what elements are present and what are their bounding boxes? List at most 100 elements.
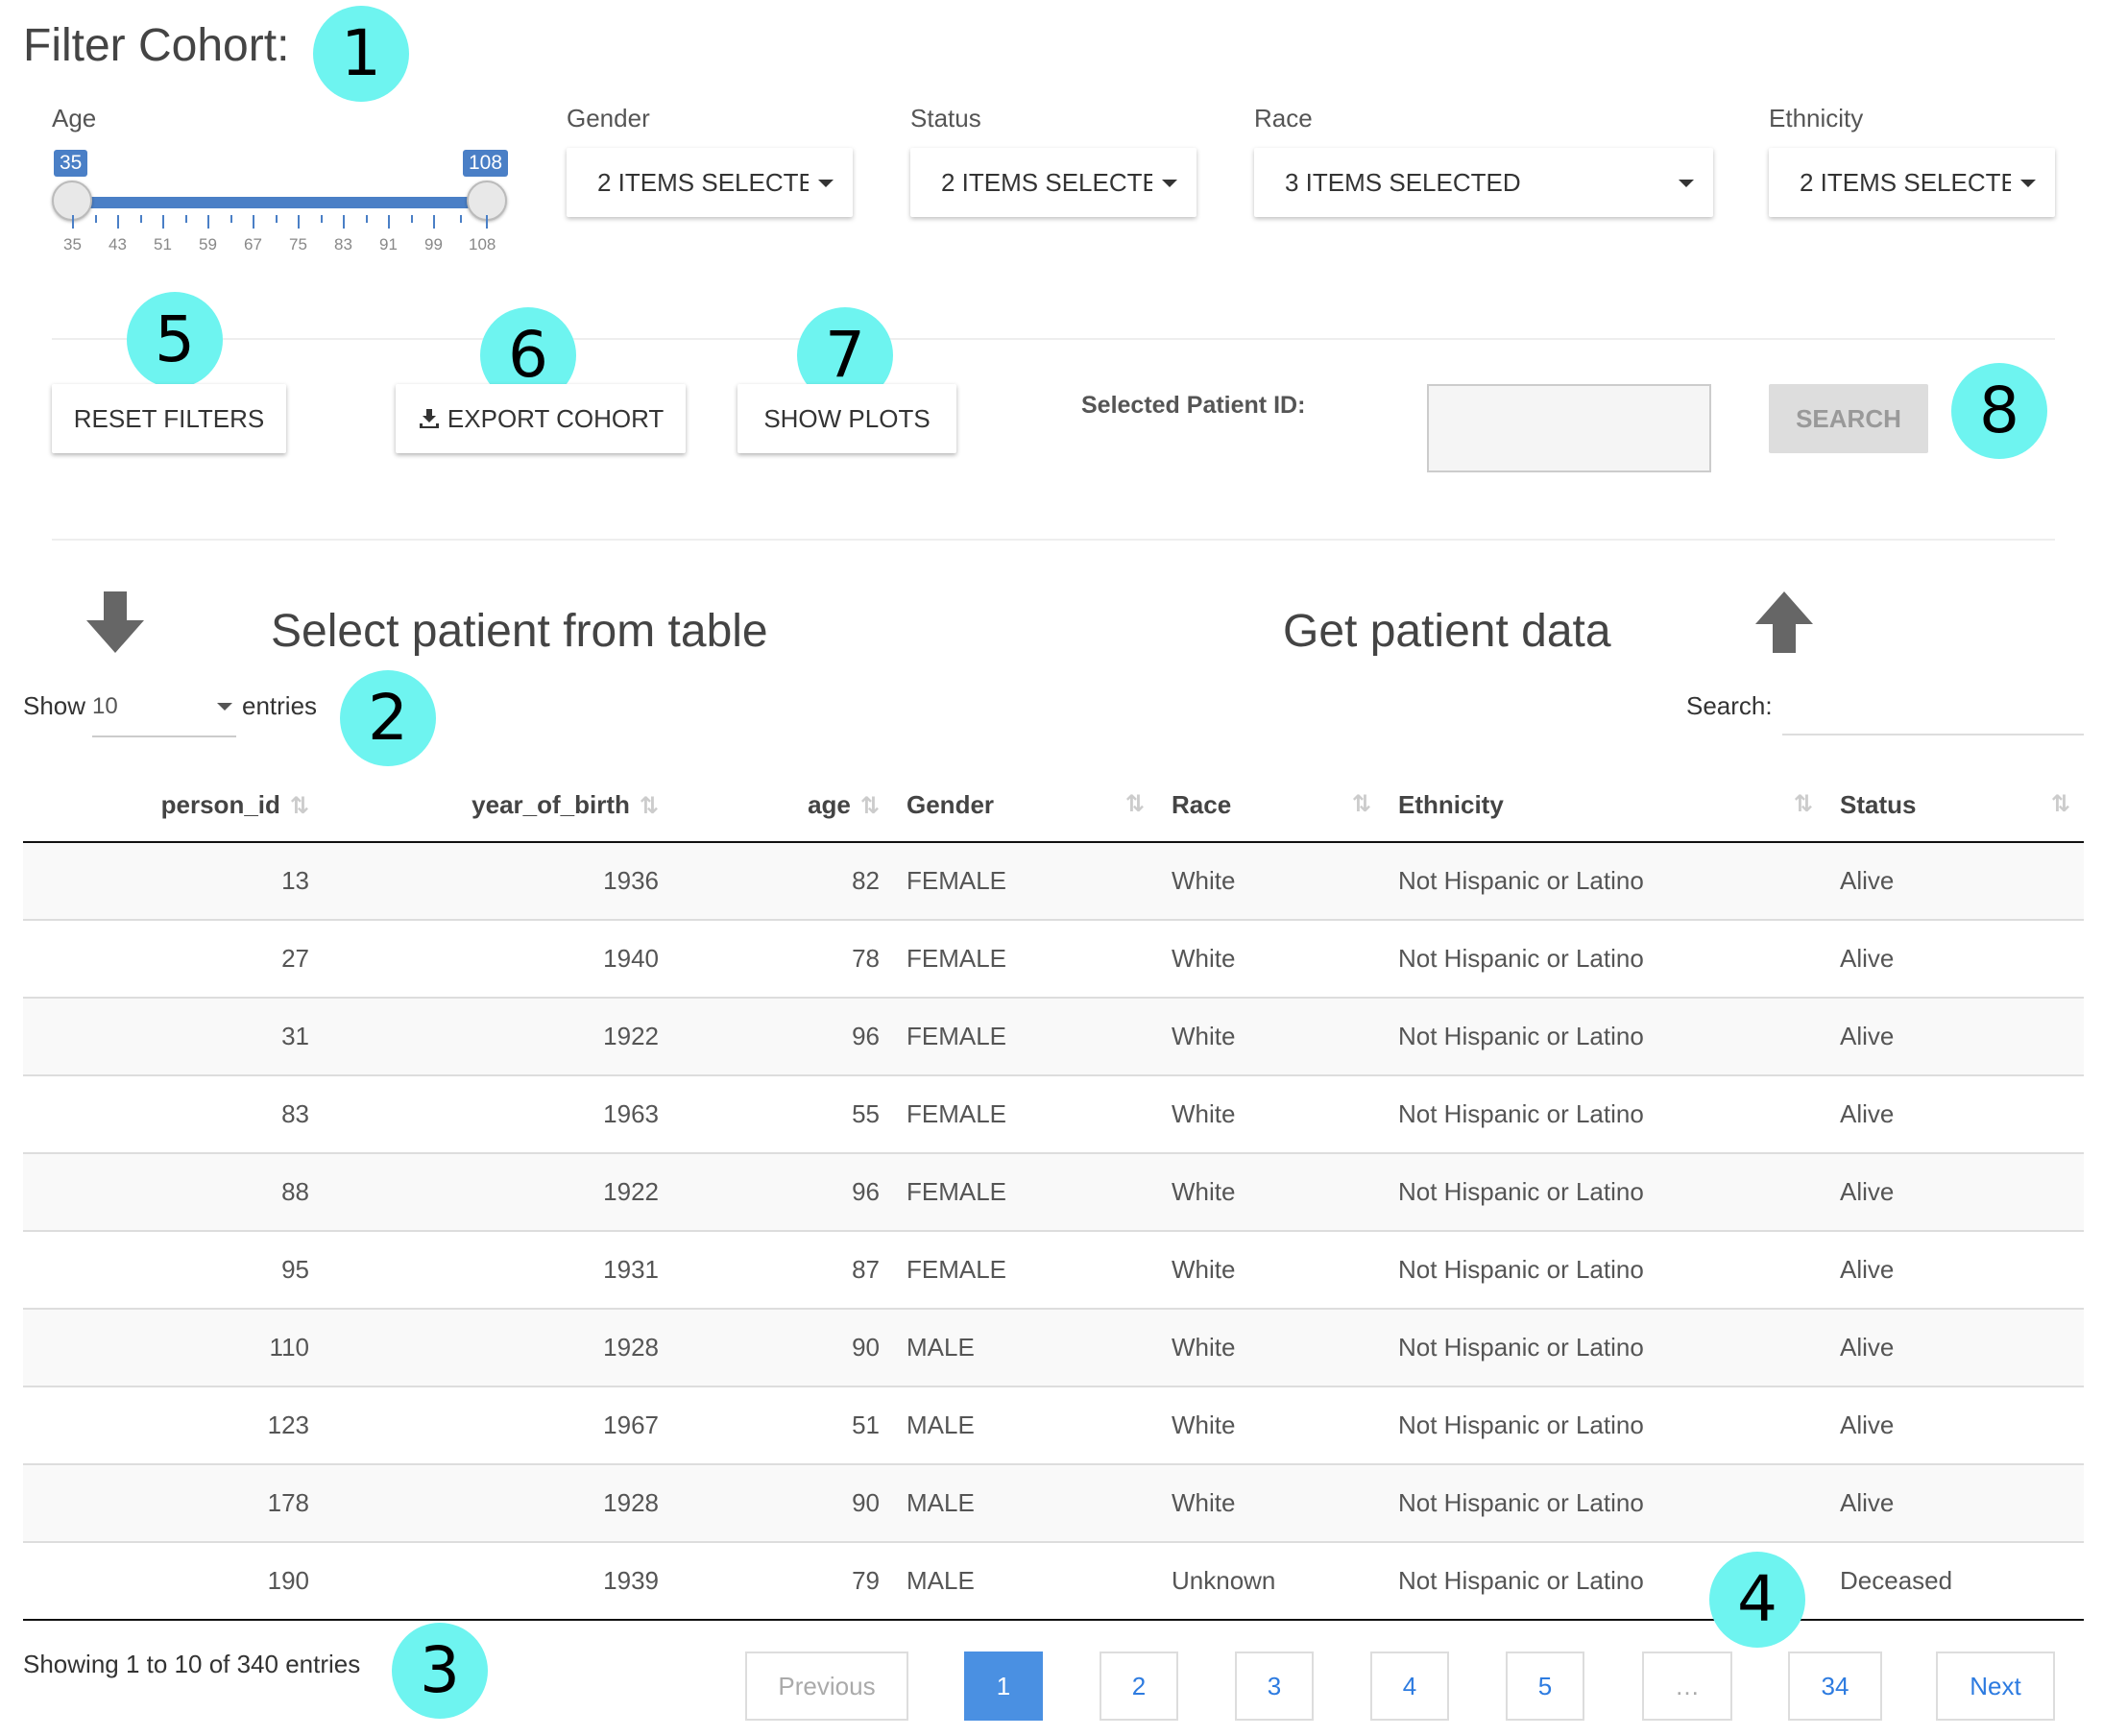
column-header-year-of-birth[interactable]: year_of_birth ⇅	[323, 768, 672, 843]
cell-status: Alive	[1826, 1153, 2084, 1232]
reset-filters-button[interactable]: RESET FILTERS	[52, 384, 286, 453]
table-row[interactable]: 110 1928 90 MALE White Not Hispanic or L…	[23, 1309, 2084, 1387]
table-row[interactable]: 123 1967 51 MALE White Not Hispanic or L…	[23, 1386, 2084, 1465]
column-header-age[interactable]: age ⇅	[672, 768, 893, 843]
chevron-down-icon	[1162, 180, 1177, 187]
divider-bottom	[52, 539, 2055, 541]
arrow-up-icon	[1755, 591, 1813, 653]
cell-year-of-birth: 1936	[323, 842, 672, 921]
cell-ethnicity: Not Hispanic or Latino	[1385, 1231, 1826, 1310]
cell-age: 87	[672, 1231, 893, 1310]
cell-person-id: 88	[23, 1153, 323, 1232]
pagination-page-4[interactable]: 4	[1370, 1652, 1449, 1721]
divider-top	[52, 338, 2055, 340]
ethnicity-dropdown-value: 2 ITEMS SELECTED	[1800, 168, 2011, 197]
pagination-page-1[interactable]: 1	[964, 1652, 1043, 1721]
age-slider-track[interactable]	[73, 197, 488, 208]
table-row[interactable]: 88 1922 96 FEMALE White Not Hispanic or …	[23, 1153, 2084, 1232]
ethnicity-label: Ethnicity	[1769, 104, 1864, 133]
cell-race: White	[1158, 1309, 1385, 1387]
race-dropdown-value: 3 ITEMS SELECTED	[1285, 168, 1521, 197]
cell-race: White	[1158, 920, 1385, 999]
pagination-page-2[interactable]: 2	[1100, 1652, 1178, 1721]
cell-age: 51	[672, 1386, 893, 1465]
pagination-page-5[interactable]: 5	[1506, 1652, 1584, 1721]
sort-icon: ⇅	[1124, 790, 1145, 817]
search-button[interactable]: SEARCH	[1769, 384, 1928, 453]
gender-dropdown-value: 2 ITEMS SELECTED	[597, 168, 809, 197]
cell-ethnicity: Not Hispanic or Latino	[1385, 1075, 1826, 1154]
pagination-page-3[interactable]: 3	[1235, 1652, 1314, 1721]
cell-gender: FEMALE	[893, 1075, 1158, 1154]
table-row[interactable]: 178 1928 90 MALE White Not Hispanic or L…	[23, 1464, 2084, 1543]
chevron-down-icon	[217, 703, 232, 711]
selected-patient-label: Selected Patient ID:	[1081, 392, 1306, 419]
select-patient-heading: Select patient from table	[271, 606, 768, 657]
pagination-next[interactable]: Next	[1936, 1652, 2055, 1721]
column-header-status[interactable]: Status ⇅	[1826, 768, 2084, 843]
cell-race: White	[1158, 1153, 1385, 1232]
cell-person-id: 95	[23, 1231, 323, 1310]
get-patient-heading: Get patient data	[1283, 606, 1611, 657]
pagination-previous[interactable]: Previous	[745, 1652, 908, 1721]
show-plots-button[interactable]: SHOW PLOTS	[737, 384, 956, 453]
cell-person-id: 31	[23, 998, 323, 1076]
cell-race: White	[1158, 1231, 1385, 1310]
age-tick-83: 83	[334, 235, 352, 253]
table-row[interactable]: 31 1922 96 FEMALE White Not Hispanic or …	[23, 998, 2084, 1076]
age-tick-75: 75	[289, 235, 307, 253]
export-cohort-label: EXPORT COHORT	[447, 404, 665, 433]
cell-ethnicity: Not Hispanic or Latino	[1385, 1309, 1826, 1387]
sort-icon: ⇅	[289, 792, 309, 819]
arrow-down-icon	[86, 591, 144, 653]
annotation-1: 1	[313, 6, 409, 102]
column-header-person-id[interactable]: person_id ⇅	[23, 768, 323, 843]
column-header-race[interactable]: Race ⇅	[1158, 768, 1385, 843]
pagination-page-34[interactable]: 34	[1788, 1652, 1882, 1721]
table-search-input[interactable]	[1782, 682, 2084, 735]
age-slider-ticks	[72, 215, 488, 229]
status-dropdown[interactable]: 2 ITEMS SELECTED	[910, 148, 1197, 217]
export-cohort-button[interactable]: EXPORT COHORT	[396, 384, 686, 453]
chevron-down-icon	[1679, 180, 1694, 187]
race-dropdown[interactable]: 3 ITEMS SELECTED	[1254, 148, 1713, 217]
table-row[interactable]: 13 1936 82 FEMALE White Not Hispanic or …	[23, 842, 2084, 921]
cell-year-of-birth: 1922	[323, 1153, 672, 1232]
cell-race: White	[1158, 1386, 1385, 1465]
cell-gender: MALE	[893, 1386, 1158, 1465]
cell-status: Alive	[1826, 842, 2084, 921]
gender-dropdown[interactable]: 2 ITEMS SELECTED	[567, 148, 853, 217]
table-row[interactable]: 83 1963 55 FEMALE White Not Hispanic or …	[23, 1075, 2084, 1154]
age-tick-43: 43	[109, 235, 127, 253]
entries-select[interactable]: 10	[92, 687, 236, 737]
cell-person-id: 13	[23, 842, 323, 921]
age-label: Age	[52, 104, 97, 133]
cell-gender: FEMALE	[893, 920, 1158, 999]
cell-race: White	[1158, 998, 1385, 1076]
cell-age: 78	[672, 920, 893, 999]
table-info: Showing 1 to 10 of 340 entries	[23, 1650, 361, 1678]
column-header-ethnicity[interactable]: Ethnicity ⇅	[1385, 768, 1826, 843]
chevron-down-icon	[2020, 180, 2036, 187]
cell-ethnicity: Not Hispanic or Latino	[1385, 842, 1826, 921]
cell-age: 96	[672, 998, 893, 1076]
age-tick-35: 35	[63, 235, 82, 253]
cell-age: 79	[672, 1542, 893, 1621]
cell-year-of-birth: 1928	[323, 1309, 672, 1387]
entries-select-value: 10	[92, 693, 118, 719]
ethnicity-dropdown[interactable]: 2 ITEMS SELECTED	[1769, 148, 2055, 217]
sort-icon: ⇅	[1351, 790, 1371, 817]
pagination-ellipsis: …	[1642, 1652, 1732, 1721]
cell-year-of-birth: 1967	[323, 1386, 672, 1465]
table-row[interactable]: 27 1940 78 FEMALE White Not Hispanic or …	[23, 920, 2084, 999]
status-dropdown-value: 2 ITEMS SELECTED	[941, 168, 1152, 197]
table-row[interactable]: 95 1931 87 FEMALE White Not Hispanic or …	[23, 1231, 2084, 1310]
show-label: Show	[23, 691, 86, 720]
cell-age: 96	[672, 1153, 893, 1232]
cell-age: 90	[672, 1464, 893, 1543]
column-header-gender[interactable]: Gender ⇅	[893, 768, 1158, 843]
cell-year-of-birth: 1928	[323, 1464, 672, 1543]
patient-id-input[interactable]	[1427, 384, 1711, 472]
annotation-8: 8	[1951, 363, 2047, 459]
cell-age: 90	[672, 1309, 893, 1387]
